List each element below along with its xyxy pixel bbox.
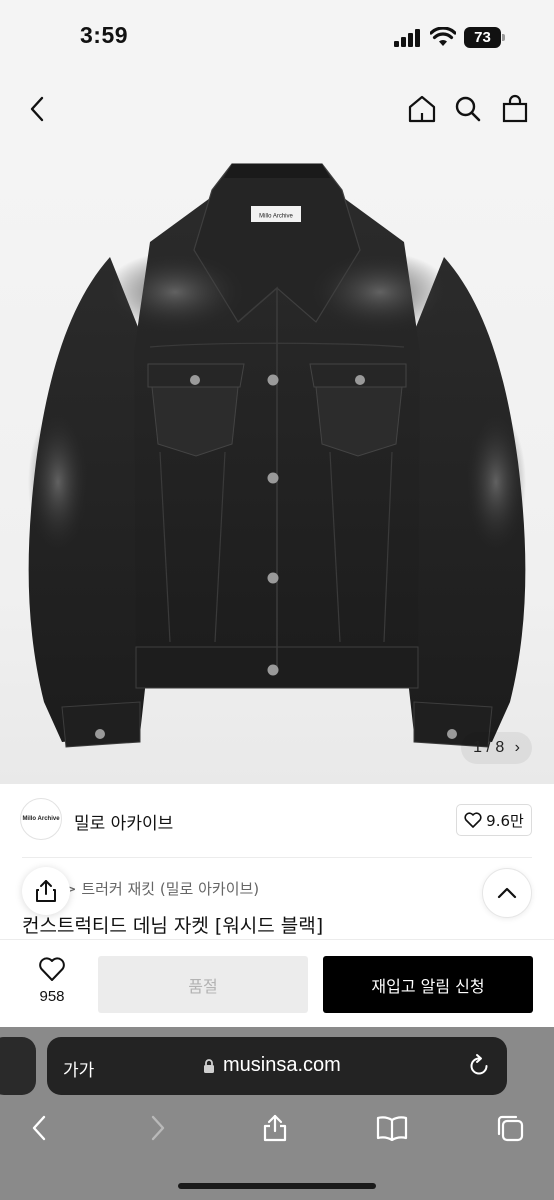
chevron-right-icon: › <box>514 739 520 756</box>
previous-tab-preview[interactable] <box>0 1037 36 1095</box>
chevron-up-icon <box>497 887 517 899</box>
bookmarks-icon[interactable] <box>375 1111 409 1145</box>
status-time: 3:59 <box>80 22 129 48</box>
brand-name[interactable]: 밀로 아카이브 <box>74 809 173 834</box>
address-bar[interactable]: 가가 musinsa.com <box>47 1037 507 1095</box>
shopping-bag-icon[interactable] <box>498 92 532 126</box>
cellular-signal-icon <box>394 29 420 47</box>
share-icon <box>36 880 56 902</box>
product-title: 컨스트럭티드 데님 자켓 [워시드 블랙] <box>22 915 324 937</box>
brand-row[interactable]: Millo Archive 밀로 아카이브 9.6만 <box>0 784 554 858</box>
tabs-icon[interactable] <box>493 1111 527 1145</box>
restock-notify-button[interactable]: 재입고 알림 신청 <box>323 956 533 1013</box>
brand-like-count: 9.6만 <box>486 811 524 830</box>
heart-icon <box>464 812 482 828</box>
divider <box>22 857 532 858</box>
brand-logo[interactable]: Millo Archive <box>20 798 62 840</box>
url-text: musinsa.com <box>223 1054 341 1076</box>
battery-level: 73 <box>464 27 501 48</box>
status-bar: 3:59 73 <box>0 0 554 76</box>
share-button[interactable] <box>22 867 70 915</box>
category-breadcrumb[interactable]: > 트러커 재킷 (밀로 아카이브) <box>64 878 259 899</box>
product-image-carousel[interactable]: Millo Archive 1 / 8 › <box>0 142 554 784</box>
denim-jacket-image: Millo Archive <box>28 163 526 748</box>
browser-share-icon[interactable] <box>258 1111 292 1145</box>
home-indicator <box>178 1183 376 1189</box>
lock-icon <box>204 1059 214 1073</box>
soldout-button: 품절 <box>98 956 308 1013</box>
browser-forward-icon[interactable] <box>141 1111 175 1145</box>
top-navigation <box>0 76 554 142</box>
image-counter: 1 / 8 › <box>461 732 532 764</box>
battery-icon: 73 <box>464 27 506 48</box>
scroll-to-top-button[interactable] <box>482 868 532 918</box>
brand-like-button[interactable]: 9.6만 <box>456 804 532 836</box>
product-like-button[interactable]: 958 <box>26 956 78 1012</box>
reload-icon[interactable] <box>467 1053 491 1079</box>
purchase-action-bar: 958 품절 재입고 알림 신청 <box>0 939 554 1027</box>
text-size-button[interactable]: 가가 <box>63 1056 94 1081</box>
product-like-count: 958 <box>39 988 65 1005</box>
heart-icon <box>39 957 65 981</box>
home-icon[interactable] <box>405 92 439 126</box>
back-arrow-icon[interactable] <box>20 92 54 126</box>
search-icon[interactable] <box>451 92 485 126</box>
wifi-icon <box>430 27 456 46</box>
browser-back-icon[interactable] <box>22 1111 56 1145</box>
jacket-label-text: Millo Archive <box>259 214 293 220</box>
browser-toolbar: 가가 musinsa.com <box>0 1027 554 1200</box>
